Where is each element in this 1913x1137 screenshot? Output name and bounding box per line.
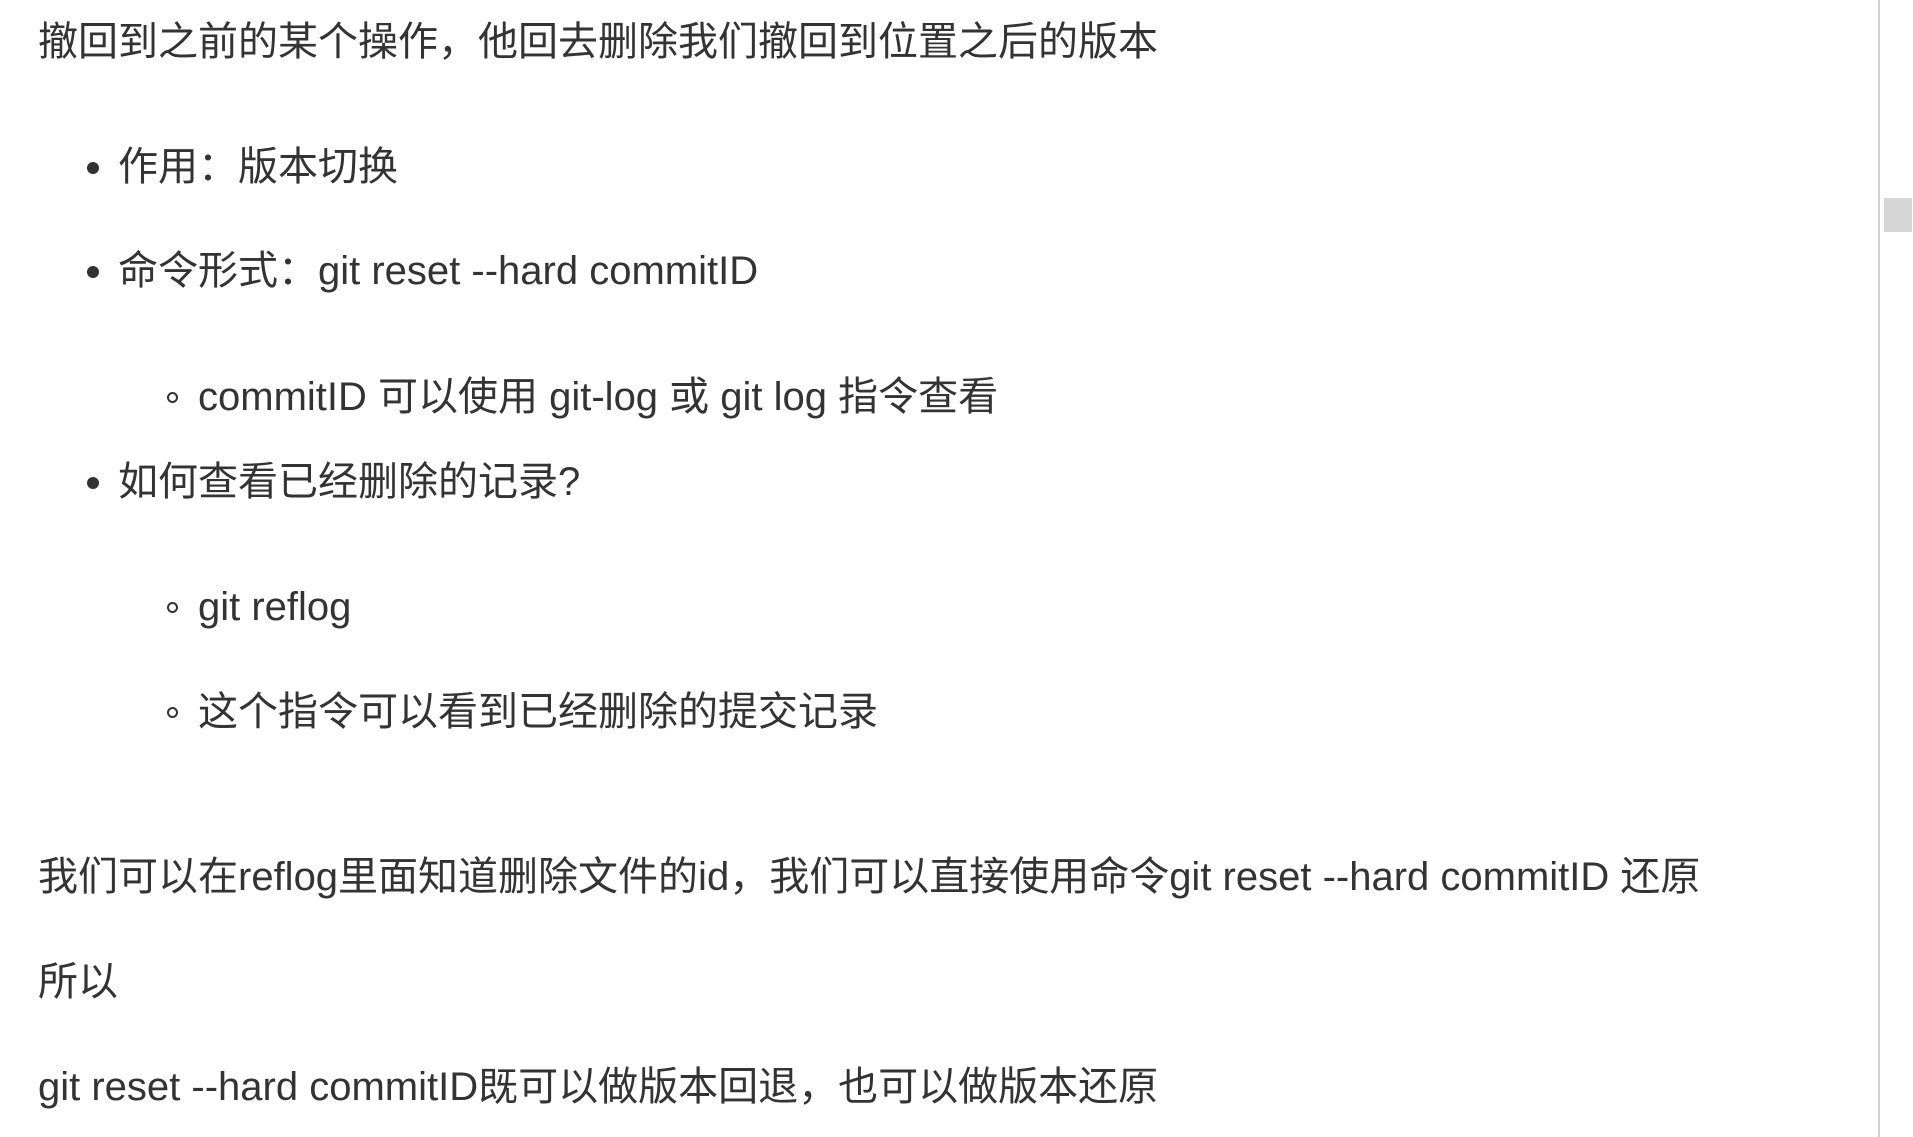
summary-paragraph: git reset --hard commitID既可以做版本回退，也可以做版本… xyxy=(38,1065,1159,1109)
intro-text: 撤回到之前的某个操作，他回去删除我们撤回到位置之后的版本 xyxy=(38,20,1158,64)
scrollbar-thumb[interactable] xyxy=(1884,198,1912,232)
vertical-scrollbar[interactable] xyxy=(1878,0,1913,1137)
list-item-text: 作用：版本切换 xyxy=(118,145,398,189)
circle-bullet-icon xyxy=(167,707,178,718)
reflog-paragraph: 我们可以在reflog里面知道删除文件的id，我们可以直接使用命令git res… xyxy=(38,855,1701,899)
document-content: 撤回到之前的某个操作，他回去删除我们撤回到位置之后的版本 作用：版本切换 命令形… xyxy=(0,0,1878,1137)
bullet-icon xyxy=(87,162,99,174)
sub-list-item-text: git reflog xyxy=(198,585,352,629)
circle-bullet-icon xyxy=(167,602,178,613)
sub-list-item-text: commitID 可以使用 git-log 或 git log 指令查看 xyxy=(198,375,999,419)
list-item-text: 命令形式：git reset --hard commitID xyxy=(118,249,759,293)
circle-bullet-icon xyxy=(167,392,178,403)
bullet-icon xyxy=(87,266,99,278)
sub-list-item-text: 这个指令可以看到已经删除的提交记录 xyxy=(198,690,878,734)
so-paragraph: 所以 xyxy=(38,960,118,1004)
bullet-icon xyxy=(87,477,99,489)
list-item-text: 如何查看已经删除的记录? xyxy=(118,460,581,504)
